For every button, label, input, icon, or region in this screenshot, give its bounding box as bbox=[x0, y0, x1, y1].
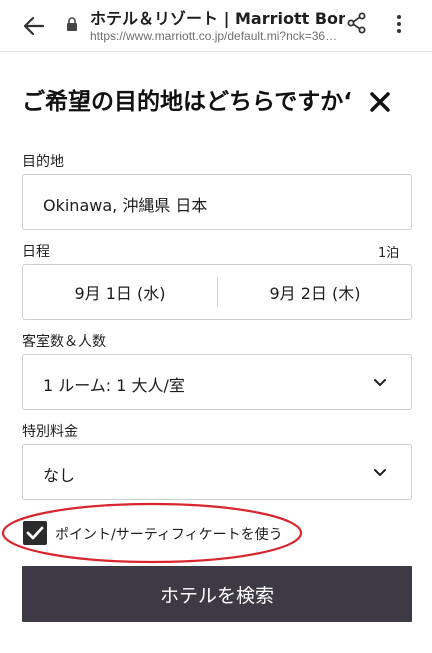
date-range-field[interactable]: 9月 1日 (水) 9月 2日 (木) bbox=[22, 264, 412, 320]
use-points-checkbox[interactable] bbox=[23, 521, 47, 545]
rooms-guests-select[interactable]: 1 ルーム: 1 大人/室 bbox=[22, 354, 412, 410]
destination-label: 目的地 bbox=[22, 154, 64, 170]
dialog-heading: ご希望の目的地はどちらですか‘ bbox=[22, 89, 353, 115]
destination-value: Okinawa, 沖縄県 日本 bbox=[43, 196, 208, 215]
more-vert-icon[interactable] bbox=[389, 12, 409, 36]
share-icon[interactable] bbox=[346, 12, 368, 34]
special-rates-value: なし bbox=[43, 466, 76, 485]
lock-icon bbox=[66, 16, 78, 31]
close-icon[interactable] bbox=[366, 88, 394, 116]
back-arrow-icon[interactable] bbox=[22, 14, 46, 38]
destination-input[interactable]: Okinawa, 沖縄県 日本 bbox=[22, 174, 412, 230]
chevron-down-icon bbox=[374, 469, 386, 476]
url-bar[interactable]: https://www.marriott.co.jp/default.mi?nc… bbox=[90, 29, 348, 43]
special-rates-label: 特別料金 bbox=[22, 424, 78, 440]
check-in-date[interactable]: 9月 1日 (水) bbox=[23, 265, 217, 319]
check-out-date[interactable]: 9月 2日 (木) bbox=[218, 265, 412, 319]
page-title: ホテル＆リゾート | Marriott Bon… bbox=[90, 9, 345, 28]
chevron-down-icon bbox=[374, 379, 386, 386]
browser-toolbar: ホテル＆リゾート | Marriott Bon… https://www.mar… bbox=[0, 0, 432, 52]
special-rates-select[interactable]: なし bbox=[22, 444, 412, 500]
checkmark-icon bbox=[26, 526, 44, 540]
dates-label: 日程 bbox=[22, 244, 50, 260]
nights-count: 1泊 bbox=[378, 246, 400, 261]
rooms-guests-value: 1 ルーム: 1 大人/室 bbox=[43, 376, 185, 395]
rooms-guests-label: 客室数＆人数 bbox=[22, 334, 106, 350]
search-hotels-button[interactable]: ホテルを検索 bbox=[22, 566, 412, 622]
use-points-label[interactable]: ポイント/サーティフィケートを使う bbox=[55, 524, 283, 544]
